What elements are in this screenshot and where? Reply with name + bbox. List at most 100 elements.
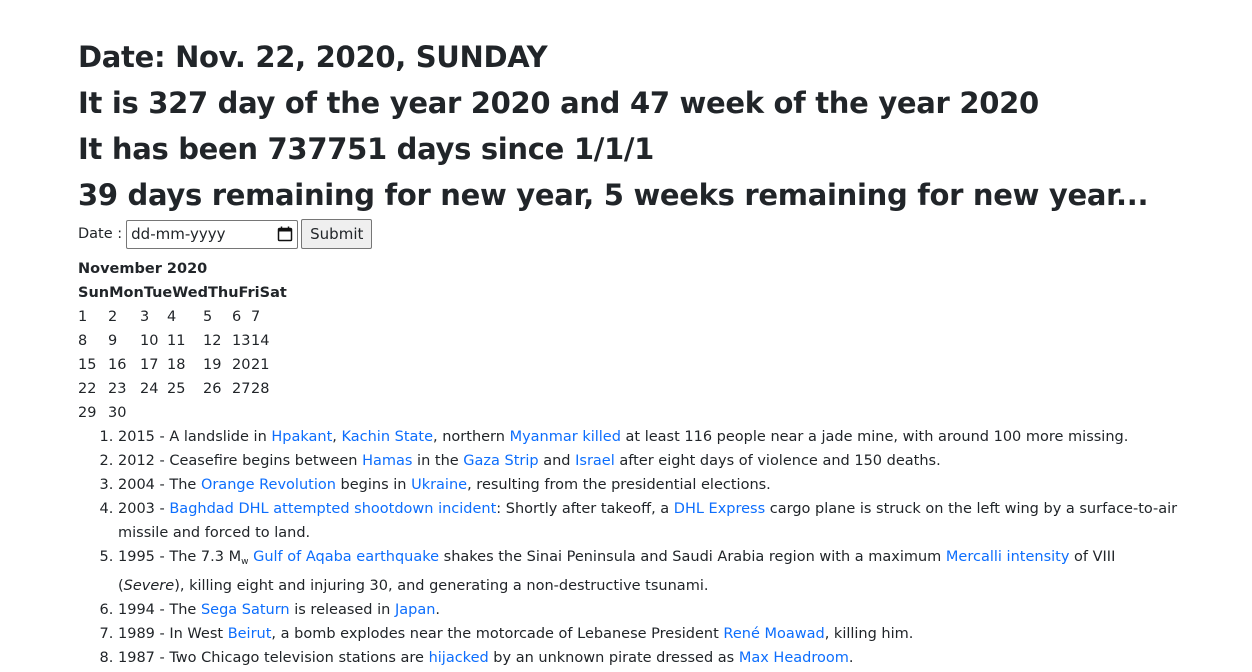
event-link[interactable]: Beirut — [228, 626, 272, 642]
event-item: 1987 - Two Chicago television stations a… — [118, 646, 1178, 670]
submit-button[interactable]: Submit — [301, 219, 373, 249]
calendar-day: 29 — [78, 405, 97, 421]
calendar-day: 28 — [251, 381, 270, 397]
calendar-day: 5 — [203, 309, 213, 325]
event-link[interactable]: Japan — [395, 602, 435, 618]
event-link[interactable]: Mercalli intensity — [946, 549, 1070, 565]
calendar-day: 12 — [203, 333, 222, 349]
calendar-day: 14 — [251, 333, 270, 349]
event-item: 2015 - A landslide in Hpakant, Kachin St… — [118, 425, 1178, 449]
event-link[interactable]: Hamas — [362, 453, 412, 469]
weekday-tue: Tue — [143, 285, 173, 301]
calendar-day — [140, 401, 167, 425]
event-text: , a bomb explodes near the motorcade of … — [271, 626, 724, 642]
event-item: 2003 - Baghdad DHL attempted shootdown i… — [118, 497, 1178, 545]
calendar-title: November 2020 — [78, 261, 208, 277]
event-link[interactable]: Gulf of Aqaba earthquake — [253, 549, 439, 565]
page: Date: Nov. 22, 2020, SUNDAY It is 327 da… — [0, 0, 1252, 672]
calendar-day — [232, 401, 251, 425]
calendar-day: 6 — [232, 309, 242, 325]
event-text: by an unknown pirate dressed as — [488, 650, 739, 666]
event-link[interactable]: Ukraine — [411, 477, 467, 493]
event-text: , killing him. — [824, 626, 914, 642]
event-text: 1994 - The — [118, 602, 201, 618]
calendar-day: 15 — [78, 357, 97, 373]
weekday-sun: Sun — [78, 285, 110, 301]
event-text: begins in — [335, 477, 412, 493]
calendar-day — [251, 401, 276, 425]
calendar-day: 2 — [108, 309, 118, 325]
event-text: 2012 - Ceasefire begins between — [118, 453, 363, 469]
calendar-day: 24 — [140, 381, 159, 397]
calendar-day: 22 — [78, 381, 97, 397]
calendar-day: 17 — [140, 357, 159, 373]
calendar-day: 23 — [108, 381, 127, 397]
calendar-day: 26 — [203, 381, 222, 397]
event-item: 1994 - The Sega Saturn is released in Ja… — [118, 598, 1178, 622]
calendar-day: 10 — [140, 333, 159, 349]
calendar-day: 9 — [108, 333, 118, 349]
calendar-day: 13 — [232, 333, 251, 349]
calendar-day: 8 — [78, 333, 88, 349]
event-link[interactable]: Baghdad DHL attempted shootdown incident — [169, 501, 496, 517]
event-text: . — [848, 650, 854, 666]
date-label: Date : — [78, 226, 123, 242]
weekday-wed: Wed — [172, 285, 208, 301]
event-text: in the — [412, 453, 464, 469]
event-item: 2004 - The Orange Revolution begins in U… — [118, 473, 1178, 497]
event-link[interactable]: Hpakant — [271, 429, 332, 445]
event-text: , — [332, 429, 342, 445]
event-link[interactable]: Sega Saturn — [201, 602, 290, 618]
day-of-year-heading: It is 327 day of the year 2020 and 47 we… — [78, 86, 1039, 120]
event-text: after eight days of violence and 150 dea… — [614, 453, 941, 469]
event-item: 1989 - In West Beirut, a bomb explodes n… — [118, 622, 1178, 646]
event-text: at least 116 people near a jade mine, wi… — [620, 429, 1129, 445]
weekday-mon: Mon — [109, 285, 144, 301]
event-link[interactable]: Israel — [575, 453, 615, 469]
calendar-day: 4 — [167, 309, 177, 325]
calendar-weeks: 1 2 3 4 5 6 7 8 9 10 11 12 13 14 15 16 17 18 19 20 21 22 23 24 2… — [78, 305, 1178, 425]
event-text: ), killing eight and injuring 30, and ge… — [174, 578, 709, 594]
weekday-fri: Fri — [238, 285, 260, 301]
event-text: 2003 - — [118, 501, 170, 517]
event-text: 1987 - Two Chicago television stations a… — [118, 650, 429, 666]
events-list: 2015 - A landslide in Hpakant, Kachin St… — [78, 425, 1178, 672]
calendar-weekday-header: Sun Mon Tue Wed Thu Fri Sat — [78, 281, 1178, 305]
event-link[interactable]: Max Headroom — [739, 650, 849, 666]
event-text: shakes the Sinai Peninsula and Saudi Ara… — [439, 549, 946, 565]
calendar-week-row: 15 16 17 18 19 20 21 — [78, 353, 1178, 377]
event-link[interactable]: Kachin State — [342, 429, 434, 445]
main-container: Date: Nov. 22, 2020, SUNDAY It is 327 da… — [78, 34, 1178, 672]
event-text: and — [538, 453, 576, 469]
event-link[interactable]: hijacked — [429, 650, 489, 666]
calendar-week-row: 22 23 24 25 26 27 28 — [78, 377, 1178, 401]
weekday-sat: Sat — [259, 285, 287, 301]
event-link[interactable]: Orange Revolution — [201, 477, 336, 493]
event-link[interactable]: Myanmar — [510, 429, 578, 445]
month-calendar: November 2020 Sun Mon Tue Wed Thu Fri Sat 1 23 4… — [78, 257, 1178, 425]
event-link[interactable]: Gaza Strip — [463, 453, 538, 469]
event-item: 2012 - Ceasefire begins between Hamas in… — [118, 449, 1178, 473]
calendar-day: 18 — [167, 357, 186, 373]
calendar-day: 16 — [108, 357, 127, 373]
event-link[interactable]: René Moawad — [723, 626, 824, 642]
calendar-day — [167, 401, 203, 425]
event-link[interactable]: DHL Express — [674, 501, 765, 517]
calendar-day: 27 — [232, 381, 251, 397]
calendar-week-row: 1 2 3 4 5 67 — [78, 305, 1178, 329]
event-text: 1995 - The 7.3 M — [118, 549, 242, 565]
event-item: 1995 - The 7.3 Mw Gulf of Aqaba earthqua… — [118, 545, 1178, 598]
event-link[interactable]: killed — [582, 429, 621, 445]
event-text: is released in — [289, 602, 395, 618]
date-input-placeholder: dd-mm-yyyy — [131, 225, 226, 243]
event-text: 2015 - A landslide in — [118, 429, 272, 445]
event-text: 1989 - In West — [118, 626, 228, 642]
date-form: Date : dd-mm-yyyy Submit — [78, 219, 1178, 249]
calendar-day: 1 — [78, 309, 88, 325]
date-input[interactable]: dd-mm-yyyy — [126, 219, 299, 249]
calendar-day: 20 — [232, 357, 251, 373]
calendar-week-row: 29 30 — [78, 401, 1178, 425]
calendar-icon[interactable] — [277, 226, 293, 242]
calendar-day: 7 — [251, 309, 261, 325]
days-remaining-heading: 39 days remaining for new year, 5 weeks … — [78, 178, 1149, 212]
